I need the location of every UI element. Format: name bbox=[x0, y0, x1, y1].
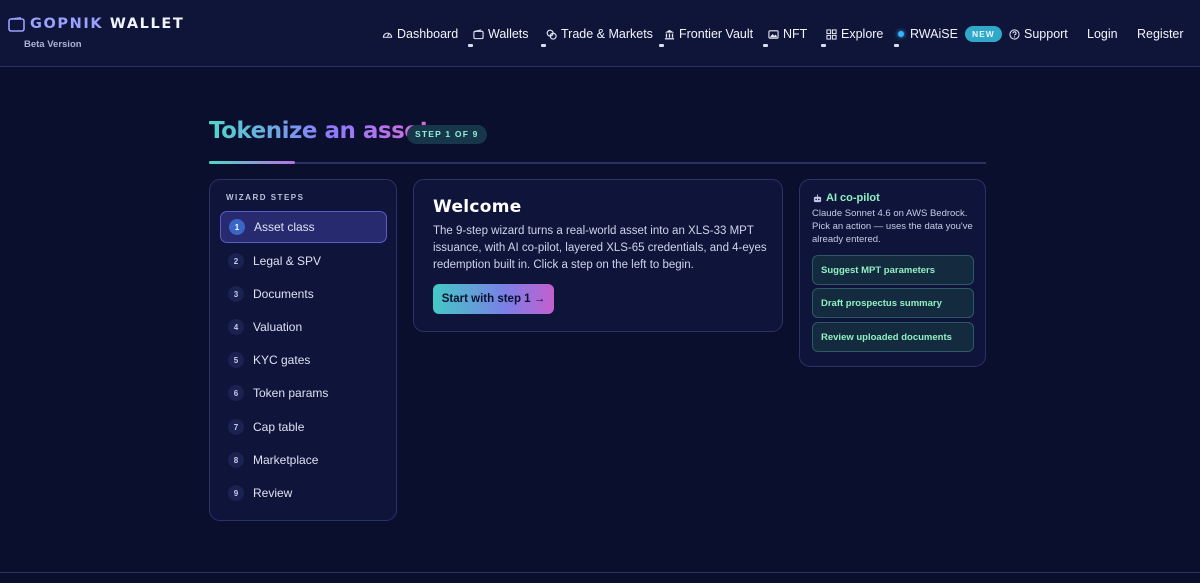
nav-explore[interactable]: Explore bbox=[826, 26, 883, 42]
wizard-step-asset-class[interactable]: 1 Asset class bbox=[220, 211, 387, 243]
brand-name-part2: WALLET bbox=[109, 16, 185, 32]
nav-trade-markets[interactable]: Trade & Markets bbox=[546, 26, 653, 42]
nav-login-label: Login bbox=[1087, 27, 1118, 41]
page-title: Tokenize an asset bbox=[209, 118, 430, 144]
nav-rwaise[interactable]: RWAiSE NEW bbox=[898, 26, 1002, 42]
nav-vault-dropdown-marker bbox=[659, 44, 664, 47]
step-number: 1 bbox=[229, 219, 245, 235]
nav-trade-dropdown-marker bbox=[541, 44, 546, 47]
brand-name-part1: GOPNIK bbox=[30, 16, 104, 32]
nav-rwaise-label: RWAiSE bbox=[910, 27, 958, 41]
wizard-steps-heading: WIZARD STEPS bbox=[226, 193, 305, 202]
wizard-step-legal-spv[interactable]: 2 Legal & SPV bbox=[220, 245, 387, 277]
copilot-title: AI co-pilot bbox=[813, 192, 880, 204]
wizard-step-marketplace[interactable]: 8 Marketplace bbox=[220, 444, 387, 476]
gauge-icon bbox=[382, 32, 393, 38]
nav-trade-label: Trade & Markets bbox=[561, 27, 653, 41]
nav-register-label: Register bbox=[1137, 27, 1184, 41]
nav-wallets[interactable]: Wallets bbox=[473, 26, 529, 42]
start-step-1-button[interactable]: Start with step 1 → bbox=[433, 284, 554, 314]
footer-divider bbox=[0, 572, 1200, 573]
step-counter-badge: STEP 1 OF 9 bbox=[407, 125, 487, 144]
wizard-step-documents[interactable]: 3 Documents bbox=[220, 278, 387, 310]
step-label: Valuation bbox=[253, 320, 303, 334]
wallet-logo-icon bbox=[8, 16, 25, 32]
bank-icon bbox=[664, 29, 675, 39]
step-number: 4 bbox=[228, 319, 244, 335]
nav-nft-label: NFT bbox=[783, 27, 808, 41]
nav-register[interactable]: Register bbox=[1137, 26, 1184, 42]
step-label: Asset class bbox=[254, 220, 315, 234]
nav-explore-label: Explore bbox=[841, 27, 884, 41]
nav-wallets-dropdown-marker bbox=[468, 44, 473, 47]
help-icon bbox=[1009, 28, 1020, 40]
nav-vault-label: Frontier Vault bbox=[679, 27, 754, 41]
nav-wallets-label: Wallets bbox=[488, 27, 529, 41]
beta-label: Beta Version bbox=[24, 39, 82, 50]
wizard-step-token-params[interactable]: 6 Token params bbox=[220, 377, 387, 409]
progress-fill bbox=[209, 161, 295, 164]
step-number: 8 bbox=[228, 452, 244, 468]
wizard-step-valuation[interactable]: 4 Valuation bbox=[220, 311, 387, 343]
step-label: Cap table bbox=[253, 420, 305, 434]
nav-explore-dropdown-marker bbox=[821, 44, 826, 47]
nav-dashboard[interactable]: Dashboard bbox=[382, 26, 458, 42]
nav-nft[interactable]: NFT bbox=[768, 26, 807, 42]
step-number: 3 bbox=[228, 286, 244, 302]
coins-icon bbox=[546, 29, 557, 40]
welcome-body: The 9-step wizard turns a real-world ass… bbox=[433, 225, 767, 271]
top-navbar: GOPNIK WALLET Beta Version Dashboard Wal… bbox=[0, 0, 1200, 67]
nav-login[interactable]: Login bbox=[1087, 26, 1118, 42]
draft-prospectus-summary-button[interactable]: Draft prospectus summary bbox=[812, 288, 974, 318]
copilot-title-label: AI co-pilot bbox=[826, 192, 880, 204]
step-label: Review bbox=[253, 486, 293, 500]
step-label: KYC gates bbox=[253, 353, 311, 367]
nav-frontier-vault[interactable]: Frontier Vault bbox=[664, 26, 753, 42]
dot-icon bbox=[898, 31, 904, 37]
step-number: 9 bbox=[228, 485, 244, 501]
welcome-title: Welcome bbox=[433, 197, 522, 217]
image-icon bbox=[768, 29, 779, 39]
step-label: Token params bbox=[253, 386, 329, 400]
progress-track bbox=[209, 162, 986, 164]
wallet-icon bbox=[473, 28, 484, 39]
nav-dashboard-label: Dashboard bbox=[397, 27, 459, 41]
step-label: Legal & SPV bbox=[253, 254, 322, 268]
nav-support[interactable]: Support bbox=[1009, 26, 1068, 42]
brand-logo[interactable]: GOPNIK WALLET Beta Version bbox=[8, 16, 184, 50]
wizard-steps-panel: WIZARD STEPS 1 Asset class 2 Legal & SPV… bbox=[209, 179, 397, 521]
step-number: 7 bbox=[228, 419, 244, 435]
step-number: 5 bbox=[228, 352, 244, 368]
suggest-mpt-parameters-button[interactable]: Suggest MPT parameters bbox=[812, 255, 974, 285]
wizard-step-kyc-gates[interactable]: 5 KYC gates bbox=[220, 344, 387, 376]
copilot-description: Claude Sonnet 4.6 on AWS Bedrock. Pick a… bbox=[812, 208, 973, 245]
step-number: 6 bbox=[228, 385, 244, 401]
wizard-step-cap-table[interactable]: 7 Cap table bbox=[220, 411, 387, 443]
step-label: Marketplace bbox=[253, 453, 319, 467]
new-badge: NEW bbox=[964, 26, 1002, 42]
welcome-card: Welcome The 9-step wizard turns a real-w… bbox=[413, 179, 783, 332]
wizard-step-review[interactable]: 9 Review bbox=[220, 477, 387, 509]
step-label: Documents bbox=[253, 287, 314, 301]
grid-icon bbox=[826, 28, 837, 40]
brand-name: GOPNIK WALLET bbox=[30, 16, 184, 32]
step-number: 2 bbox=[228, 253, 244, 269]
ai-copilot-panel: AI co-pilot Claude Sonnet 4.6 on AWS Bed… bbox=[799, 179, 986, 367]
robot-icon bbox=[813, 193, 822, 202]
review-uploaded-documents-button[interactable]: Review uploaded documents bbox=[812, 322, 974, 352]
nav-rwaise-dropdown-marker bbox=[894, 44, 899, 47]
nav-nft-dropdown-marker bbox=[763, 44, 768, 47]
nav-support-label: Support bbox=[1024, 27, 1068, 41]
